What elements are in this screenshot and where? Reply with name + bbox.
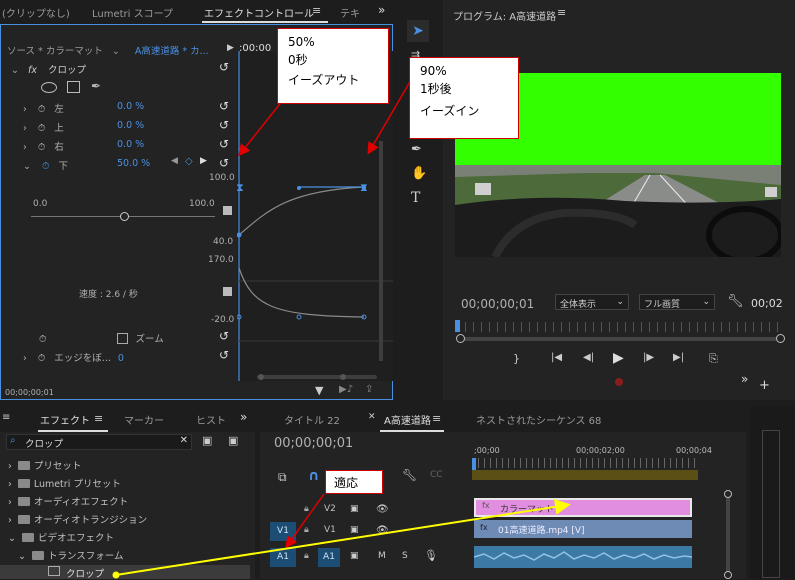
callout-value: 90% — [420, 64, 447, 78]
callout-time: 1秒後 — [420, 82, 452, 96]
callout-ease-out: 50% 0秒 イーズアウト — [277, 28, 389, 104]
callout-apply: 適応 — [325, 470, 383, 494]
callout-ease: イーズイン — [420, 104, 480, 118]
callout-apply-label: 適応 — [334, 476, 359, 490]
callout-ease-in: 90% 1秒後 イーズイン — [409, 57, 519, 139]
callout-value: 50% — [288, 35, 315, 49]
annotation-arrows — [112, 79, 571, 579]
callout-ease: イーズアウト — [288, 73, 360, 87]
callout-time: 0秒 — [288, 53, 308, 67]
